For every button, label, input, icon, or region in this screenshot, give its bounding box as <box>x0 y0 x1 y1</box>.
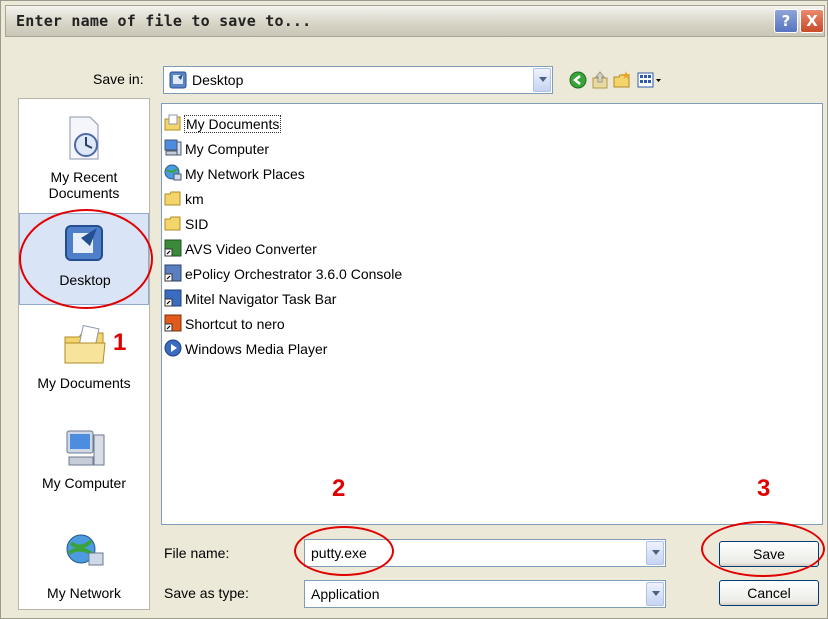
file-name: Mitel Navigator Task Bar <box>185 291 337 307</box>
places-bar: My Recent Documents Desktop My Documents <box>18 98 150 610</box>
places-item-network[interactable]: My Network <box>19 519 149 609</box>
new-folder-icon[interactable] <box>613 71 631 89</box>
my-computer-icon <box>66 430 105 466</box>
places-label: My Documents <box>37 375 131 391</box>
file-name: km <box>185 191 204 207</box>
recent-documents-icon <box>69 116 99 160</box>
network-places-icon <box>164 164 182 181</box>
places-item-my-documents[interactable]: My Documents <box>19 315 149 405</box>
annotation-step-3: 3 <box>757 475 771 502</box>
window-title: Enter name of file to save to... <box>16 12 312 30</box>
places-label: My Recent Documents <box>48 169 120 201</box>
save-in-label: Save in: <box>93 71 144 87</box>
help-button[interactable]: ? <box>774 9 798 33</box>
shortcut-icon <box>164 239 182 257</box>
folder-icon <box>164 216 181 231</box>
shortcut-icon <box>164 289 182 307</box>
media-player-icon <box>164 339 182 357</box>
save-as-type-label: Save as type: <box>164 585 249 601</box>
my-documents-icon <box>64 325 106 364</box>
annotation-step-1: 1 <box>113 329 127 356</box>
file-name: My Documents <box>183 115 282 133</box>
annotation-circle-save <box>701 521 825 577</box>
computer-icon <box>164 139 182 156</box>
shortcut-icon <box>164 264 182 282</box>
chevron-down-icon[interactable] <box>646 541 664 565</box>
up-folder-icon[interactable] <box>591 71 609 89</box>
title-bar[interactable]: Enter name of file to save to... ? X <box>5 5 825 37</box>
file-name: My Network Places <box>185 166 305 182</box>
file-list[interactable]: My Documents My Computer My Network Plac… <box>161 103 823 525</box>
save-in-value: Desktop <box>192 72 244 88</box>
places-label: My Network <box>47 585 121 601</box>
file-name: ePolicy Orchestrator 3.6.0 Console <box>185 266 403 282</box>
file-name: SID <box>185 216 209 232</box>
save-as-type-value: Application <box>311 586 380 602</box>
network-icon <box>66 534 104 566</box>
annotation-step-2: 2 <box>332 475 346 502</box>
chevron-down-icon[interactable] <box>646 582 664 606</box>
file-name: My Computer <box>185 141 270 157</box>
annotation-circle-desktop <box>19 209 153 309</box>
save-dialog: Enter name of file to save to... ? X Sav… <box>0 0 828 619</box>
views-menu-icon[interactable] <box>637 71 663 89</box>
save-in-dropdown[interactable]: Desktop <box>163 66 553 94</box>
file-name-label: File name: <box>164 545 230 561</box>
cancel-button[interactable]: Cancel <box>719 580 819 606</box>
file-name: Shortcut to nero <box>185 316 285 332</box>
places-item-my-computer[interactable]: My Computer <box>19 417 149 507</box>
folder-icon <box>164 191 181 206</box>
shortcut-icon <box>164 314 182 332</box>
folder-documents-icon <box>164 114 181 131</box>
places-item-recent[interactable]: My Recent Documents <box>19 109 149 209</box>
desktop-small-icon <box>169 71 187 89</box>
close-button[interactable]: X <box>800 9 824 33</box>
places-label: My Computer <box>41 475 127 491</box>
back-icon[interactable] <box>569 71 587 89</box>
save-as-type-dropdown[interactable]: Application <box>304 580 666 608</box>
file-name: Windows Media Player <box>185 341 328 357</box>
chevron-down-icon[interactable] <box>533 68 551 92</box>
annotation-circle-filename <box>294 526 394 576</box>
file-name: AVS Video Converter <box>185 241 317 257</box>
